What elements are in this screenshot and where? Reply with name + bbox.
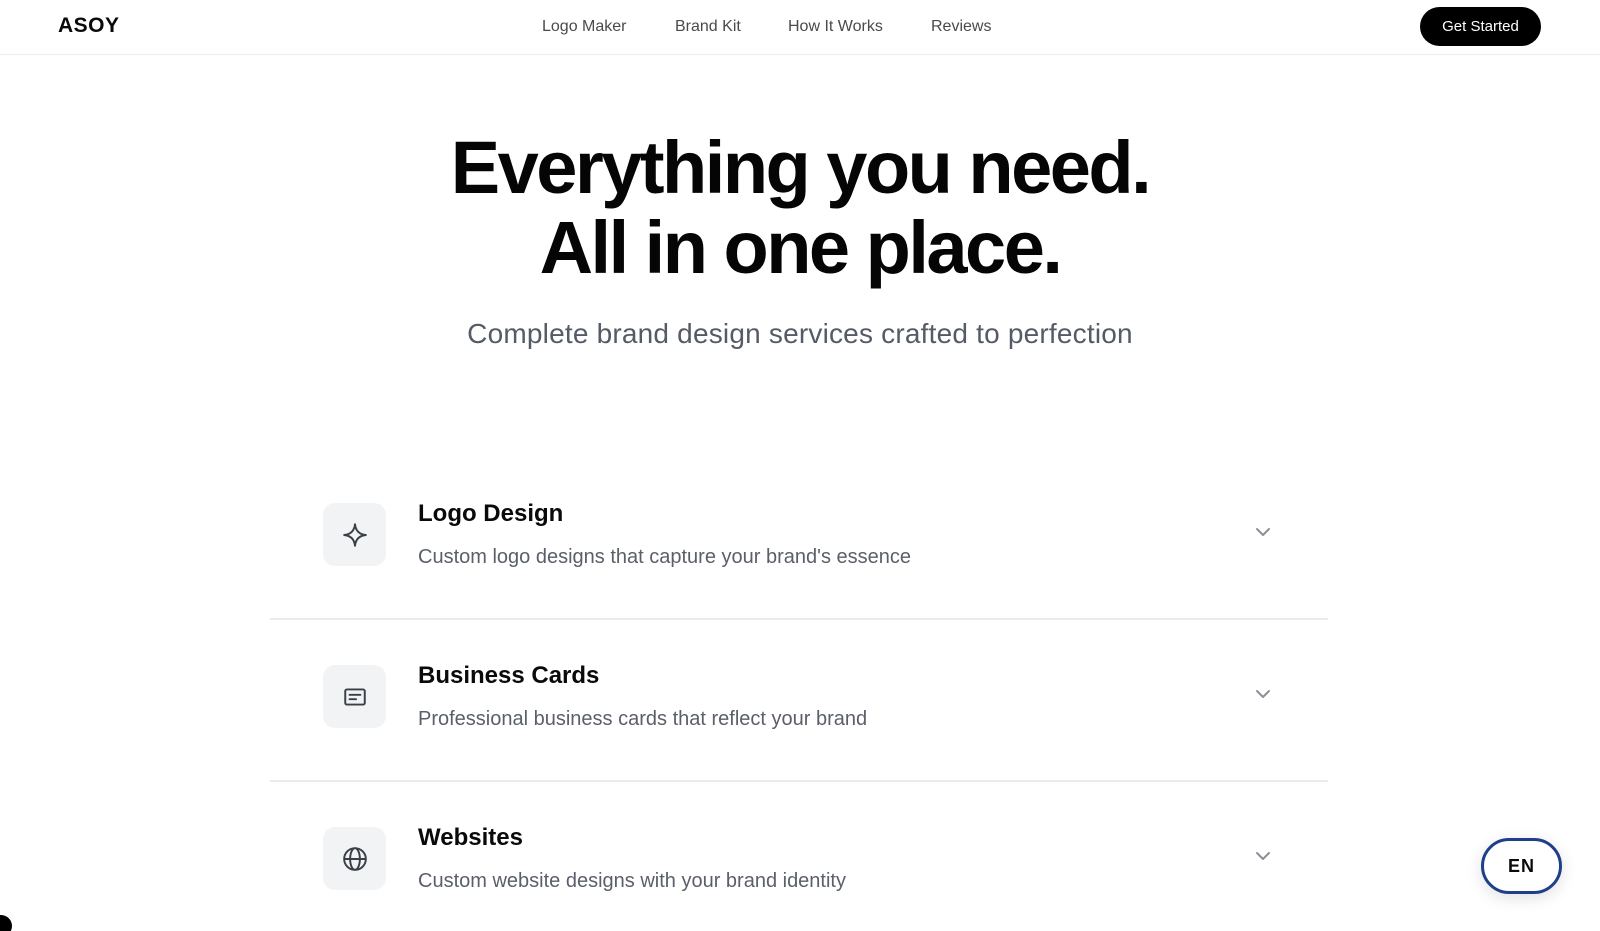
nav-link-logo-maker[interactable]: Logo Maker — [542, 18, 627, 36]
service-description: Custom website designs with your brand i… — [418, 870, 846, 892]
service-icon-box — [323, 827, 386, 890]
service-title: Websites — [418, 824, 523, 851]
service-description: Custom logo designs that capture your br… — [418, 546, 911, 568]
get-started-button[interactable]: Get Started — [1420, 7, 1541, 46]
language-switcher-button[interactable]: EN — [1481, 838, 1562, 894]
service-item-websites[interactable]: Websites Custom website designs with you… — [270, 782, 1328, 931]
chevron-down-icon[interactable] — [1253, 522, 1273, 542]
card-icon — [343, 687, 366, 706]
service-icon-box — [323, 503, 386, 566]
nav-link-brand-kit[interactable]: Brand Kit — [675, 18, 741, 36]
hero-title: Everything you need. All in one place. — [0, 128, 1600, 288]
service-description: Professional business cards that reflect… — [418, 708, 868, 730]
service-icon-box — [323, 665, 386, 728]
nav-link-how-it-works[interactable]: How It Works — [788, 18, 883, 36]
globe-icon — [342, 846, 367, 871]
service-item-logo-design[interactable]: Logo Design Custom logo designs that cap… — [270, 458, 1328, 620]
window-corner — [0, 915, 12, 931]
services-accordion: Logo Design Custom logo designs that cap… — [270, 458, 1328, 931]
hero-section: Everything you need. All in one place. C… — [0, 128, 1600, 350]
service-title: Logo Design — [418, 500, 564, 527]
service-title: Business Cards — [418, 662, 600, 689]
hero-title-line-1: Everything you need. — [450, 126, 1152, 209]
chevron-down-icon[interactable] — [1253, 684, 1273, 704]
page: ASOY Logo Maker Brand Kit How It Works R… — [0, 0, 1600, 931]
site-header: ASOY Logo Maker Brand Kit How It Works R… — [0, 0, 1600, 55]
main-nav: Logo Maker Brand Kit How It Works Review… — [0, 18, 1600, 40]
nav-link-reviews[interactable]: Reviews — [931, 18, 991, 36]
service-item-business-cards[interactable]: Business Cards Professional business car… — [270, 620, 1328, 782]
sparkle-icon — [342, 522, 367, 547]
hero-subtitle: Complete brand design services crafted t… — [467, 318, 1133, 349]
hero-title-line-2: All in one place. — [539, 206, 1063, 289]
chevron-down-icon[interactable] — [1253, 846, 1273, 866]
